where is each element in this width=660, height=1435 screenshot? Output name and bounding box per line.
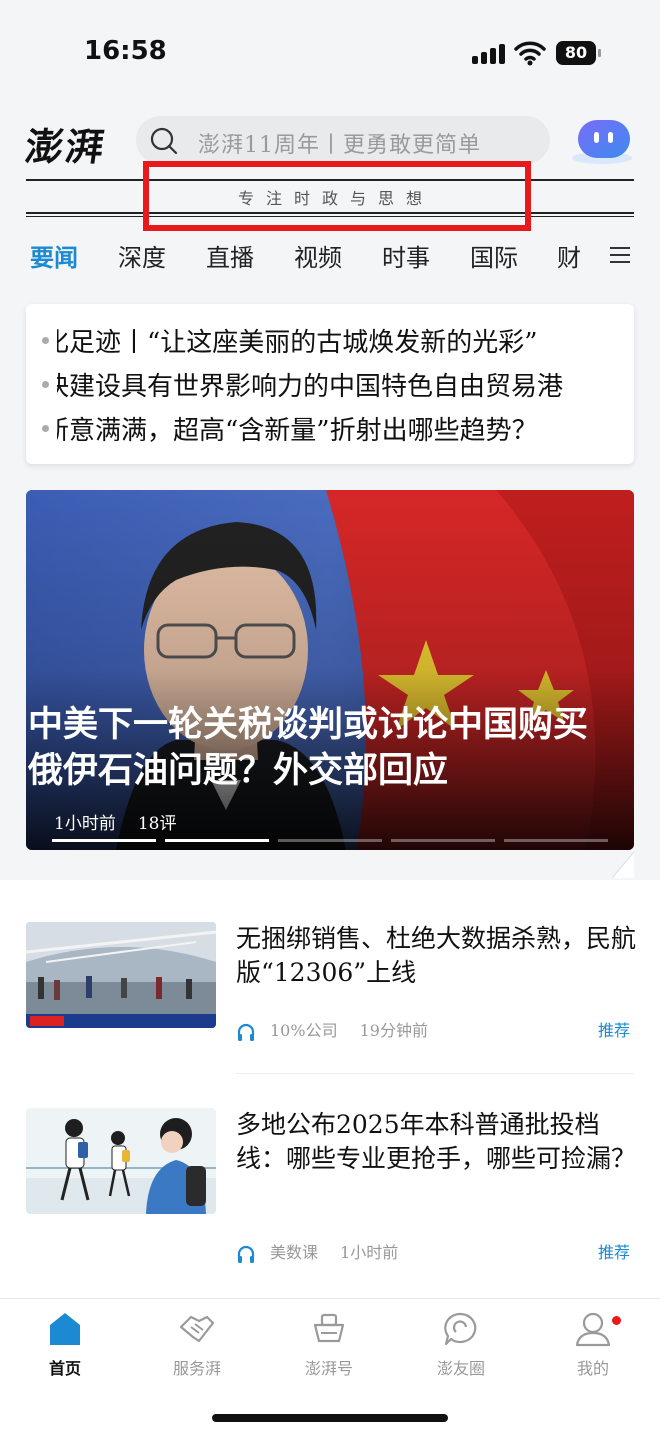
tab-guoji[interactable]: 国际 [470,238,518,273]
news-title[interactable]: 无捆绑销售、杜绝大数据杀熟，民航版“12306”上线 [236,922,636,990]
nav-label-service: 服务湃 [172,1359,221,1378]
tab-shipin[interactable]: 视频 [294,238,342,273]
news-meta: 10%公司 19分钟前 [236,1017,428,1042]
handshake-icon [179,1315,215,1343]
headline-item[interactable]: 化足迹丨“让这座美丽的古城焕发新的光彩” [26,322,617,359]
featured-article[interactable] [26,490,634,850]
nav-friends[interactable]: 澎友圈 [406,1311,516,1379]
battery-icon: 80 [556,41,602,65]
news-title[interactable]: 多地公布2025年本科普通批投档线：哪些专业更抢手，哪些可捡漏？ [236,1108,636,1176]
notification-dot [612,1316,621,1325]
carousel-dot [504,839,608,842]
chat-icon [444,1312,477,1346]
search-bar[interactable]: 澎湃11周年丨更勇敢更简单 [136,116,550,164]
featured-title[interactable]: 中美下一轮关税谈判或讨论中国购买俄伊石油问题？外交部回应 [28,702,608,794]
headline-item[interactable]: 快建设具有世界影响力的中国特色自由贸易港 [26,366,617,403]
tab-shendu[interactable]: 深度 [118,238,166,273]
tab-cai[interactable]: 财 [557,238,581,273]
tab-shishi[interactable]: 时事 [382,238,430,273]
status-time: 16:58 [84,36,167,66]
featured-time: 1小时前 [54,814,116,834]
news-source[interactable]: 美数课 [270,1243,318,1262]
featured-comments: 18评 [137,814,177,834]
headphones-icon[interactable] [236,1244,256,1264]
recommend-tag: 推荐 [598,1243,631,1262]
tab-yaowen[interactable]: 要闻 [30,238,78,273]
nav-label-pengpai-hao: 澎湃号 [304,1359,353,1378]
search-placeholder: 澎湃11周年丨更勇敢更简单 [198,133,481,158]
ship-icon [313,1313,345,1343]
featured-meta: 1小时前 18评 [54,809,176,834]
headphones-icon[interactable] [236,1022,256,1042]
headline-item[interactable]: 新意满满，超高“含新量”折射出哪些趋势？ [26,410,617,447]
carousel-dot [278,839,382,842]
carousel-dot [165,839,269,842]
news-meta: 美数课 1小时前 [236,1239,398,1264]
carousel-dot [391,839,495,842]
news-source[interactable]: 10%公司 [270,1021,338,1040]
news-time: 19分钟前 [359,1021,428,1040]
page-fold-icon [612,852,634,878]
headline-ticker: 化足迹丨“让这座美丽的古城焕发新的光彩” 快建设具有世界影响力的中国特色自由贸易… [26,304,634,464]
search-icon [150,127,178,155]
nav-home[interactable]: 首页 [10,1311,120,1379]
signal-icon [472,42,506,64]
nav-service[interactable]: 服务湃 [142,1311,252,1379]
featured-image [26,490,634,850]
app-logo[interactable]: 澎湃 [22,116,110,171]
nav-pengpai-hao[interactable]: 澎湃号 [274,1311,384,1379]
ai-assistant-icon[interactable] [570,118,634,166]
battery-level: 80 [556,41,596,65]
carousel-dot [52,839,156,842]
news-thumbnail-students[interactable] [26,1108,216,1214]
news-time: 1小时前 [340,1243,399,1262]
nav-label-profile: 我的 [576,1359,609,1378]
nav-profile[interactable]: 我的 [538,1311,648,1379]
news-thumbnail-airport[interactable] [26,922,216,1028]
nav-label-friends: 澎友圈 [436,1359,485,1378]
recommend-tag: 推荐 [598,1021,631,1040]
wifi-icon [514,41,546,66]
menu-icon[interactable] [610,247,632,265]
highlight-annotation-box [143,161,531,231]
profile-icon [575,1312,611,1347]
home-icon [50,1313,80,1345]
tab-zhibo[interactable]: 直播 [206,238,254,273]
list-divider [236,1073,634,1074]
channel-tabs: 要闻 深度 直播 视频 时事 国际 财 [0,238,660,278]
nav-label-home: 首页 [48,1359,81,1378]
home-indicator[interactable] [212,1414,448,1422]
